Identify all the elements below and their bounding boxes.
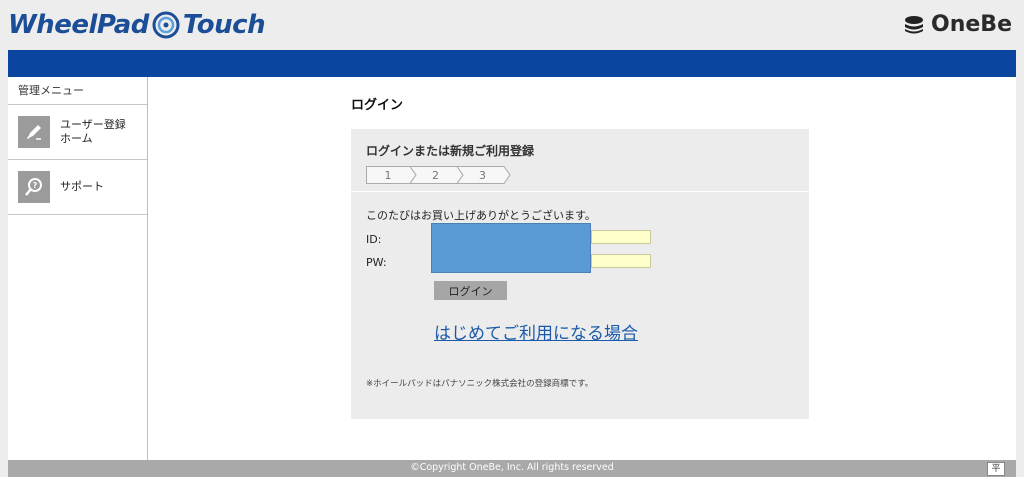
login-button[interactable]: ログイン bbox=[434, 281, 507, 300]
id-field[interactable] bbox=[591, 230, 651, 244]
sidebar: 管理メニュー ユーザー登録 ホーム ? サポート bbox=[8, 77, 148, 460]
sidebar-item-user-registration-home[interactable]: ユーザー登録 ホーム bbox=[8, 105, 147, 160]
step-1: 1 bbox=[384, 168, 392, 182]
svg-text:?: ? bbox=[33, 181, 38, 190]
sidebar-title: 管理メニュー bbox=[8, 77, 147, 105]
password-field[interactable] bbox=[591, 254, 651, 268]
first-time-use-link[interactable]: はじめてご利用になる場合 bbox=[434, 319, 638, 344]
sidebar-item-label: サポート bbox=[60, 180, 104, 193]
step-3: 3 bbox=[479, 168, 486, 182]
page-title: ログイン bbox=[351, 98, 404, 113]
pen-icon bbox=[18, 116, 50, 148]
help-magnifier-icon: ? bbox=[18, 171, 50, 203]
onebe-stack-icon bbox=[905, 15, 924, 33]
header: WheelPad Touch OneBe bbox=[0, 0, 1024, 50]
onebe-brand-text: OneBe bbox=[931, 12, 1012, 37]
step-indicator: 1 2 3 bbox=[366, 166, 516, 184]
copyright-text: ©Copyright OneBe, Inc. All rights reserv… bbox=[410, 462, 614, 473]
onebe-logo: OneBe bbox=[903, 12, 1012, 37]
footer: ©Copyright OneBe, Inc. All rights reserv… bbox=[8, 460, 1016, 477]
login-panel: ログインまたは新規ご利用登録 1 2 3 このたびはお買い上げありがとうございま… bbox=[351, 129, 809, 419]
redacted-area bbox=[431, 223, 591, 273]
thank-you-message: このたびはお買い上げありがとうございます。 bbox=[366, 209, 596, 222]
logo-text-touch: Touch bbox=[182, 10, 266, 40]
trademark-note: ※ホイールパッドはパナソニック株式会社の登録商標です。 bbox=[366, 379, 594, 389]
id-label: ID: bbox=[366, 233, 382, 246]
pw-label: PW: bbox=[366, 256, 387, 269]
main-content: 管理メニュー ユーザー登録 ホーム ? サポート ログイン ログインまたは新規ご… bbox=[8, 77, 1016, 460]
swirl-logo-icon bbox=[152, 11, 180, 39]
login-panel-subtitle: ログインまたは新規ご利用登録 bbox=[366, 144, 535, 158]
logo-text-wheelpad: WheelPad bbox=[8, 10, 149, 40]
wheelpad-touch-logo: WheelPad Touch bbox=[8, 7, 266, 43]
login-panel-header: ログインまたは新規ご利用登録 1 2 3 bbox=[351, 129, 809, 192]
sidebar-item-support[interactable]: ? サポート bbox=[8, 160, 147, 215]
header-accent-bar bbox=[8, 50, 1016, 77]
step-2: 2 bbox=[432, 168, 439, 182]
back-to-top-button[interactable]: 平 bbox=[987, 462, 1005, 476]
sidebar-item-label: ユーザー登録 ホーム bbox=[60, 118, 126, 145]
